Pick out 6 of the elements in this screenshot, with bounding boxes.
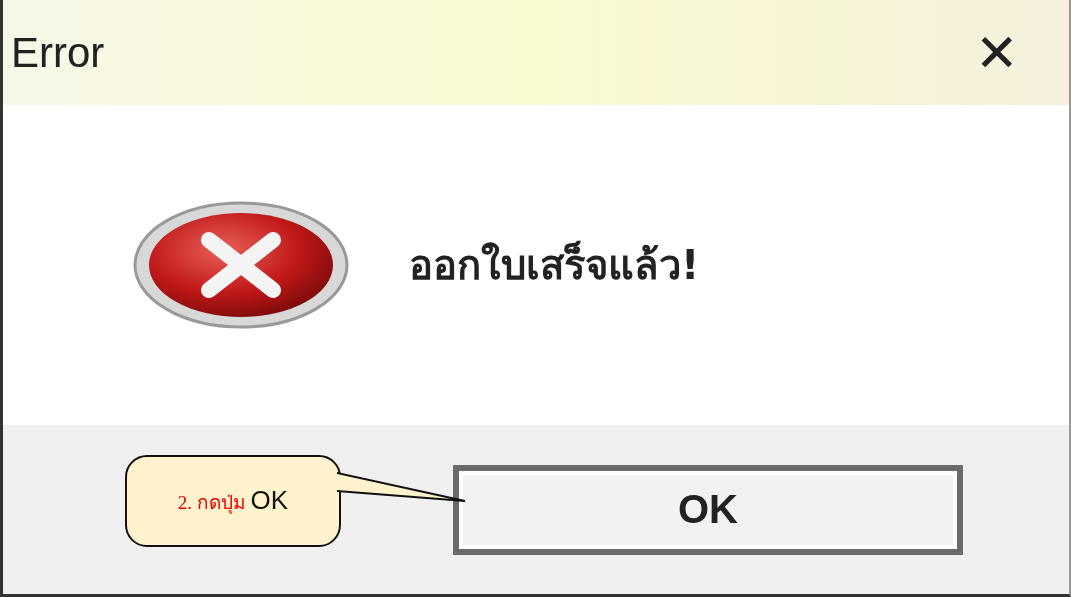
callout-text: 2. กดปุ่ม OK	[177, 485, 289, 517]
window-title: Error	[11, 28, 105, 77]
ok-button[interactable]: OK	[453, 464, 963, 555]
close-button[interactable]: ✕	[965, 22, 1029, 83]
error-icon	[131, 200, 351, 330]
error-message: ออกใบเสร็จแล้ว!	[409, 239, 700, 290]
